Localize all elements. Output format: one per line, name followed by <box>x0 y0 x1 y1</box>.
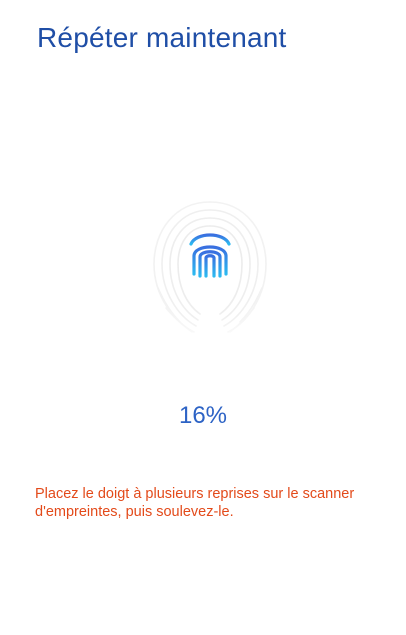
fingerprint-scan-pattern <box>153 201 267 333</box>
fingerprint-sensor-area[interactable] <box>144 192 276 336</box>
page-title: Répéter maintenant <box>37 22 287 53</box>
enrollment-progress-label: 16% <box>178 402 228 429</box>
instruction-text: Placez le doigt à plusieurs reprises sur… <box>35 486 355 520</box>
fingerprint-icon <box>189 233 231 278</box>
